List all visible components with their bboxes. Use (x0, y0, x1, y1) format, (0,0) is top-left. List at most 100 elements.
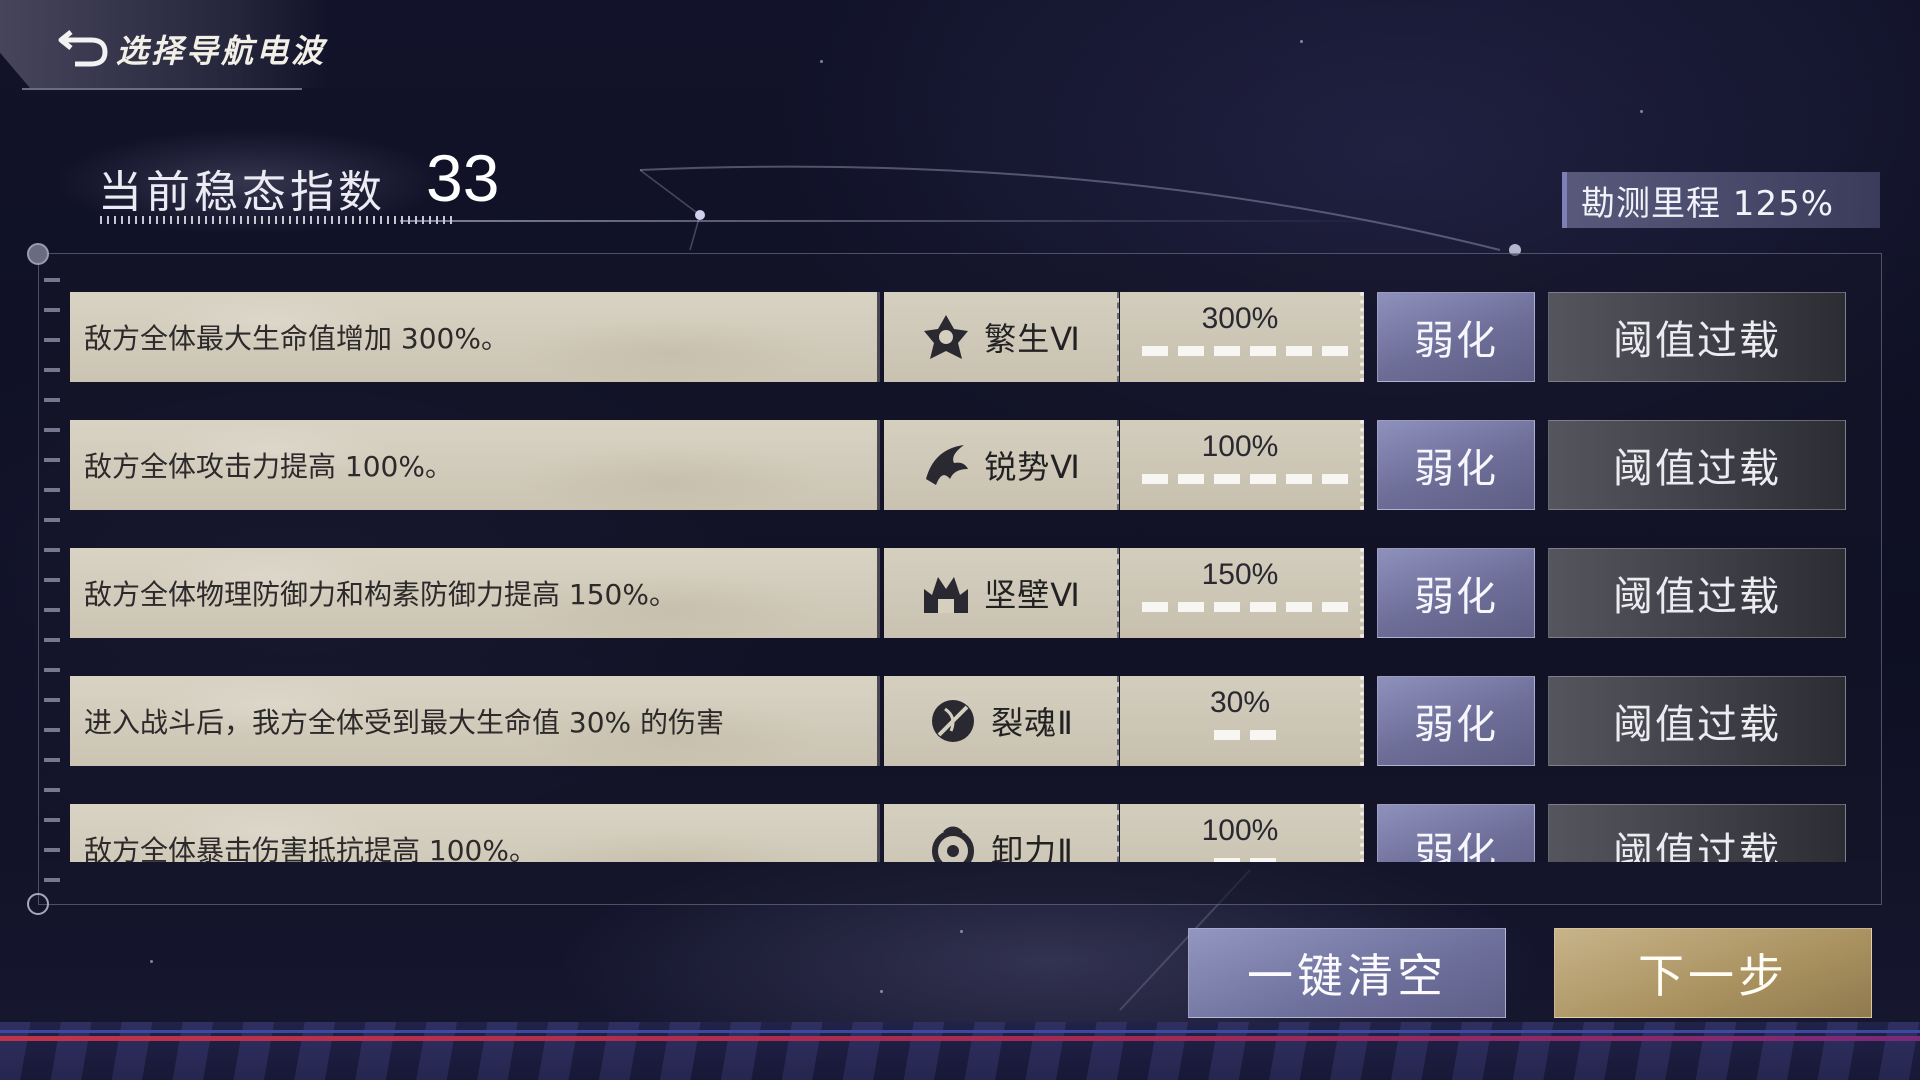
soul-rift-emblem-icon (927, 695, 979, 747)
wave-strength-value: 100% (1201, 814, 1279, 847)
rail-node-bottom (27, 893, 49, 915)
level-pip (1214, 858, 1240, 862)
wave-list[interactable]: 敌方全体最大生命值增加 300%。 繁生Ⅵ 300% 弱化 阈值过载 敌方全体攻击力提高 … (70, 292, 1850, 862)
wave-row[interactable]: 敌方全体攻击力提高 100%。 锐势Ⅵ 100% 弱化 阈值过载 (70, 420, 1850, 510)
wave-tag-name: 坚壁Ⅵ (984, 576, 1081, 614)
stability-value: 33 (426, 141, 500, 215)
wave-description: 进入战斗后，我方全体受到最大生命值 30% 的伤害 (70, 676, 880, 766)
level-bars (1140, 858, 1350, 862)
wave-tag: 坚壁Ⅵ (884, 548, 1119, 638)
level-pip (1250, 346, 1276, 356)
wave-row[interactable]: 进入战斗后，我方全体受到最大生命值 30% 的伤害 裂魂Ⅱ 30% 弱化 阈值过载 (70, 676, 1850, 766)
level-pip (1178, 602, 1204, 612)
bottom-blue-line (0, 1030, 1920, 1033)
level-pip (1142, 346, 1168, 356)
wave-strength-value: 100% (1201, 430, 1279, 463)
header-underline (22, 88, 302, 90)
wave-row[interactable]: 敌方全体暴击伤害抵抗提高 100%。 卸力Ⅱ 100% 弱化 阈值过载 (70, 804, 1850, 862)
page-title: 选择导航电波 (116, 32, 327, 70)
deflect-emblem-icon (927, 823, 979, 862)
rail-tick (44, 608, 60, 612)
rail-tick (44, 638, 60, 642)
level-pip (1214, 474, 1240, 484)
wave-row[interactable]: 敌方全体最大生命值增加 300%。 繁生Ⅵ 300% 弱化 阈值过载 (70, 292, 1850, 382)
level-pip (1214, 730, 1240, 740)
back-button[interactable] (56, 22, 112, 72)
star (820, 60, 823, 63)
level-bars (1140, 602, 1350, 614)
weaken-button[interactable]: 弱化 (1377, 292, 1535, 382)
level-bars (1140, 730, 1350, 742)
bottom-red-line (0, 1036, 1920, 1041)
claw-emblem-icon (920, 439, 972, 491)
rail-tick (44, 878, 60, 882)
wave-description: 敌方全体暴击伤害抵抗提高 100%。 (70, 804, 880, 862)
clear-all-button[interactable]: 一键清空 (1188, 928, 1506, 1018)
level-pip (1142, 474, 1168, 484)
level-pip (1286, 602, 1312, 612)
threshold-overload-button[interactable]: 阈值过载 (1548, 420, 1846, 510)
level-bars (1140, 346, 1350, 358)
level-pip (1250, 474, 1276, 484)
rail-tick (44, 548, 60, 552)
wave-row[interactable]: 敌方全体物理防御力和构素防御力提高 150%。 坚壁Ⅵ 150% 弱化 阈值过载 (70, 548, 1850, 638)
level-pip (1214, 602, 1240, 612)
star (880, 990, 883, 993)
threshold-overload-button[interactable]: 阈值过载 (1548, 676, 1846, 766)
level-pip (1142, 602, 1168, 612)
wave-strength: 300% (1120, 292, 1364, 382)
level-pip (1214, 346, 1240, 356)
level-pip (1322, 602, 1348, 612)
threshold-overload-button[interactable]: 阈值过载 (1548, 804, 1846, 862)
wave-strength: 30% (1120, 676, 1364, 766)
wave-strength: 150% (1120, 548, 1364, 638)
wave-description: 敌方全体物理防御力和构素防御力提高 150%。 (70, 548, 880, 638)
rail-tick (44, 308, 60, 312)
back-arrow-icon (58, 30, 108, 67)
rail-tick (44, 758, 60, 762)
wave-tag-name: 锐势Ⅵ (984, 448, 1081, 486)
rail-tick (44, 698, 60, 702)
rail-tick (44, 458, 60, 462)
level-pip (1250, 602, 1276, 612)
level-pip (1250, 730, 1276, 740)
wave-description: 敌方全体攻击力提高 100%。 (70, 420, 880, 510)
weaken-button[interactable]: 弱化 (1377, 676, 1535, 766)
wave-strength: 100% (1120, 420, 1364, 510)
wave-strength-value: 300% (1201, 302, 1279, 335)
wave-tag: 锐势Ⅵ (884, 420, 1119, 510)
weaken-button[interactable]: 弱化 (1377, 548, 1535, 638)
level-pip (1178, 346, 1204, 356)
level-bars (1140, 474, 1350, 486)
level-pip (1322, 474, 1348, 484)
wave-strength-value: 30% (1209, 686, 1271, 719)
level-pip (1286, 346, 1312, 356)
rail-tick (44, 578, 60, 582)
star (150, 960, 153, 963)
level-pip (1250, 858, 1276, 862)
stability-index: 当前稳态指数 33 (60, 112, 620, 242)
next-step-button[interactable]: 下一步 (1554, 928, 1872, 1018)
wave-tag: 卸力Ⅱ (884, 804, 1119, 862)
threshold-overload-button[interactable]: 阈值过载 (1548, 548, 1846, 638)
wave-strength-value: 150% (1201, 558, 1279, 591)
bloom-emblem-icon (920, 311, 972, 363)
wave-tag: 裂魂Ⅱ (884, 676, 1119, 766)
level-pip (1322, 346, 1348, 356)
rail-tick (44, 818, 60, 822)
rail-tick (44, 668, 60, 672)
threshold-overload-button[interactable]: 阈值过载 (1548, 292, 1846, 382)
wave-tag: 繁生Ⅵ (884, 292, 1119, 382)
survey-mileage-badge: 勘测里程 125% (1562, 172, 1880, 228)
divider-line (400, 220, 1400, 222)
fortress-emblem-icon (920, 567, 972, 619)
rail-node-top (27, 243, 49, 265)
weaken-button[interactable]: 弱化 (1377, 420, 1535, 510)
weaken-button[interactable]: 弱化 (1377, 804, 1535, 862)
stability-label: 当前稳态指数 (98, 167, 386, 218)
star (1300, 40, 1303, 43)
rail-tick (44, 338, 60, 342)
star (960, 930, 963, 933)
wave-tag-name: 繁生Ⅵ (984, 320, 1081, 358)
wave-strength: 100% (1120, 804, 1364, 862)
